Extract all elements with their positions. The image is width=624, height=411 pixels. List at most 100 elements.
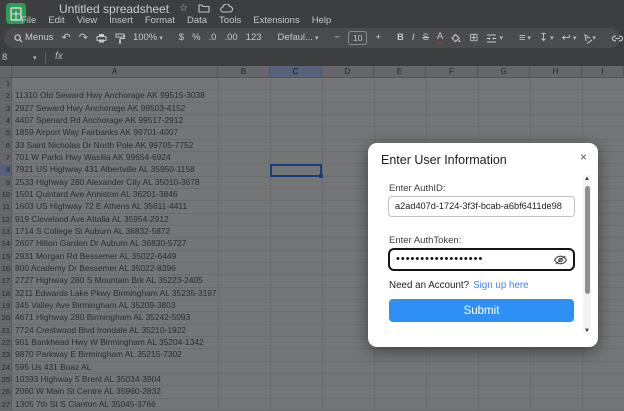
- cell-A11[interactable]: 1603 US Highway 72 E Athens AL 35611-441…: [12, 201, 221, 212]
- row-header-25[interactable]: 25: [0, 374, 12, 385]
- cell-A15[interactable]: 2931 Morgan Rd Bessemer AL 35022-6449: [12, 251, 221, 262]
- menu-view[interactable]: View: [77, 15, 97, 26]
- dialog-scrollbar[interactable]: ▲ ▼: [583, 175, 591, 335]
- move-folder-icon[interactable]: [198, 4, 210, 13]
- font-select[interactable]: Defaul...▾: [278, 33, 319, 43]
- show-password-icon[interactable]: [554, 255, 567, 265]
- row-header-2[interactable]: 2: [0, 90, 12, 101]
- cell-A26[interactable]: 2060 W Main St Centre AL 35960-2832: [12, 386, 221, 397]
- format-currency-button[interactable]: $: [179, 33, 184, 43]
- row-header-16[interactable]: 16: [0, 263, 12, 274]
- chevron-down-icon[interactable]: ▾: [33, 54, 37, 62]
- decrease-decimal-button[interactable]: .0: [209, 33, 217, 43]
- column-header-D[interactable]: D: [322, 66, 374, 78]
- cell-A9[interactable]: 2533 Highway 280 Alexander City AL 35010…: [12, 177, 221, 188]
- cell-A19[interactable]: 345 Valley Ave Birmingham AL 35209-3803: [12, 300, 221, 311]
- row-header-8[interactable]: 8: [0, 164, 12, 175]
- fill-handle[interactable]: [319, 174, 323, 178]
- row-header-18[interactable]: 18: [0, 288, 12, 299]
- vertical-align-button[interactable]: ↧▾: [539, 33, 554, 44]
- redo-icon[interactable]: ↷: [79, 33, 88, 44]
- text-color-button[interactable]: A: [437, 32, 443, 45]
- column-header-G[interactable]: G: [478, 66, 530, 78]
- format-percent-button[interactable]: %: [192, 33, 200, 43]
- star-icon[interactable]: ☆: [179, 4, 188, 14]
- row-header-22[interactable]: 22: [0, 337, 12, 348]
- cell-A3[interactable]: 2927 Seward Hwy Anchorage AK 99503-4152: [12, 103, 221, 114]
- cell-A27[interactable]: 1305 7th St S Clanton AL 35045-3766: [12, 399, 221, 410]
- cell-A2[interactable]: 11310 Old Seward Hwy Anchorage AK 99515-…: [12, 90, 221, 101]
- cell-A14[interactable]: 2607 Hilton Garden Dr Auburn AL 36830-57…: [12, 238, 221, 249]
- row-header-20[interactable]: 20: [0, 312, 12, 323]
- paint-format-icon[interactable]: [115, 33, 125, 44]
- cell-A10[interactable]: 1501 Quintard Ave Anniston AL 36201-3846: [12, 189, 221, 200]
- cell-A7[interactable]: 701 W Parks Hwy Wasilla AK 99654-6924: [12, 152, 221, 163]
- scrollbar-thumb[interactable]: [585, 186, 590, 294]
- increase-decimal-button[interactable]: .00: [224, 33, 237, 43]
- cell-A25[interactable]: 10393 Highway 5 Brent AL 35034-3904: [12, 374, 221, 385]
- select-all-corner[interactable]: [0, 66, 12, 78]
- row-header-21[interactable]: 21: [0, 325, 12, 336]
- row-header-5[interactable]: 5: [0, 127, 12, 138]
- column-header-I[interactable]: I: [582, 66, 624, 78]
- text-rotation-button[interactable]: A▾: [584, 33, 596, 43]
- fill-color-icon[interactable]: [451, 33, 461, 43]
- cell-A6[interactable]: 33 Saint Nicholas Dr North Pole AK 99705…: [12, 140, 221, 151]
- column-header-C[interactable]: C: [270, 66, 322, 78]
- cell-A1[interactable]: [12, 78, 221, 89]
- borders-icon[interactable]: ⊞: [469, 33, 478, 44]
- menu-edit[interactable]: Edit: [48, 15, 64, 26]
- cell-A4[interactable]: 4407 Spenard Rd Anchorage AK 99517-2912: [12, 115, 221, 126]
- close-icon[interactable]: ×: [580, 150, 587, 164]
- signup-link[interactable]: Sign up here: [473, 280, 529, 291]
- cell-A17[interactable]: 2727 Highway 280 S Mountain Brk AL 35223…: [12, 275, 221, 286]
- merge-cells-button[interactable]: ▾: [486, 34, 503, 43]
- row-header-9[interactable]: 9: [0, 177, 12, 188]
- row-header-13[interactable]: 13: [0, 226, 12, 237]
- row-header-14[interactable]: 14: [0, 238, 12, 249]
- cell-A16[interactable]: 800 Academy Dr Bessemer AL 35022-8396: [12, 263, 221, 274]
- cell-A24[interactable]: 595 Us 431 Boaz AL: [12, 362, 221, 373]
- bold-button[interactable]: B: [397, 33, 404, 43]
- undo-icon[interactable]: ↶: [62, 33, 71, 44]
- scroll-up-icon[interactable]: ▲: [583, 175, 591, 183]
- row-header-24[interactable]: 24: [0, 362, 12, 373]
- cell-A21[interactable]: 7724 Crestwood Blvd Irondale AL 35210-19…: [12, 325, 221, 336]
- column-header-F[interactable]: F: [426, 66, 478, 78]
- cell-A22[interactable]: 901 Bankhead Hwy W Birmingham AL 35204-1…: [12, 337, 221, 348]
- font-size-input[interactable]: 10: [348, 31, 367, 45]
- cell-A23[interactable]: 9870 Parkway E Birmingham AL 35215-7302: [12, 349, 221, 360]
- menu-insert[interactable]: Insert: [109, 15, 133, 26]
- number-format-button[interactable]: 123: [246, 33, 262, 43]
- cell-A8[interactable]: 7921 US Highway 431 Albertville AL 35950…: [12, 164, 221, 175]
- column-header-H[interactable]: H: [530, 66, 582, 78]
- cloud-saved-icon[interactable]: [220, 4, 233, 13]
- row-header-7[interactable]: 7: [0, 152, 12, 163]
- row-header-12[interactable]: 12: [0, 214, 12, 225]
- authid-input[interactable]: a2ad407d-1724-3f3f-bcab-a6bf6411de98: [388, 196, 575, 217]
- row-header-1[interactable]: 1: [0, 78, 12, 89]
- row-header-26[interactable]: 26: [0, 386, 12, 397]
- print-icon[interactable]: [96, 33, 107, 43]
- menu-tools[interactable]: Tools: [219, 15, 241, 26]
- insert-link-icon[interactable]: [612, 35, 623, 42]
- menu-file[interactable]: File: [21, 15, 36, 26]
- column-header-A[interactable]: A: [12, 66, 218, 78]
- increase-font-size-button[interactable]: +: [375, 33, 381, 43]
- cell-A18[interactable]: 3211 Edwards Lake Pkwy Birmingham AL 352…: [12, 288, 221, 299]
- row-header-27[interactable]: 27: [0, 399, 12, 410]
- menu-extensions[interactable]: Extensions: [253, 15, 299, 26]
- menu-data[interactable]: Data: [187, 15, 207, 26]
- row-header-17[interactable]: 17: [0, 275, 12, 286]
- menu-help[interactable]: Help: [312, 15, 332, 26]
- document-title[interactable]: Untitled spreadsheet: [59, 2, 169, 16]
- column-header-E[interactable]: E: [374, 66, 426, 78]
- decrease-font-size-button[interactable]: −: [334, 33, 340, 43]
- horizontal-align-button[interactable]: ≡▾: [519, 33, 531, 44]
- cell-A5[interactable]: 1859 Airport Way Fairbanks AK 99701-4007: [12, 127, 221, 138]
- row-header-19[interactable]: 19: [0, 300, 12, 311]
- scroll-down-icon[interactable]: ▼: [583, 327, 591, 335]
- search-menus-button[interactable]: Menus: [14, 33, 54, 43]
- strikethrough-button[interactable]: S: [423, 33, 429, 43]
- zoom-select[interactable]: 100%▾: [133, 33, 163, 43]
